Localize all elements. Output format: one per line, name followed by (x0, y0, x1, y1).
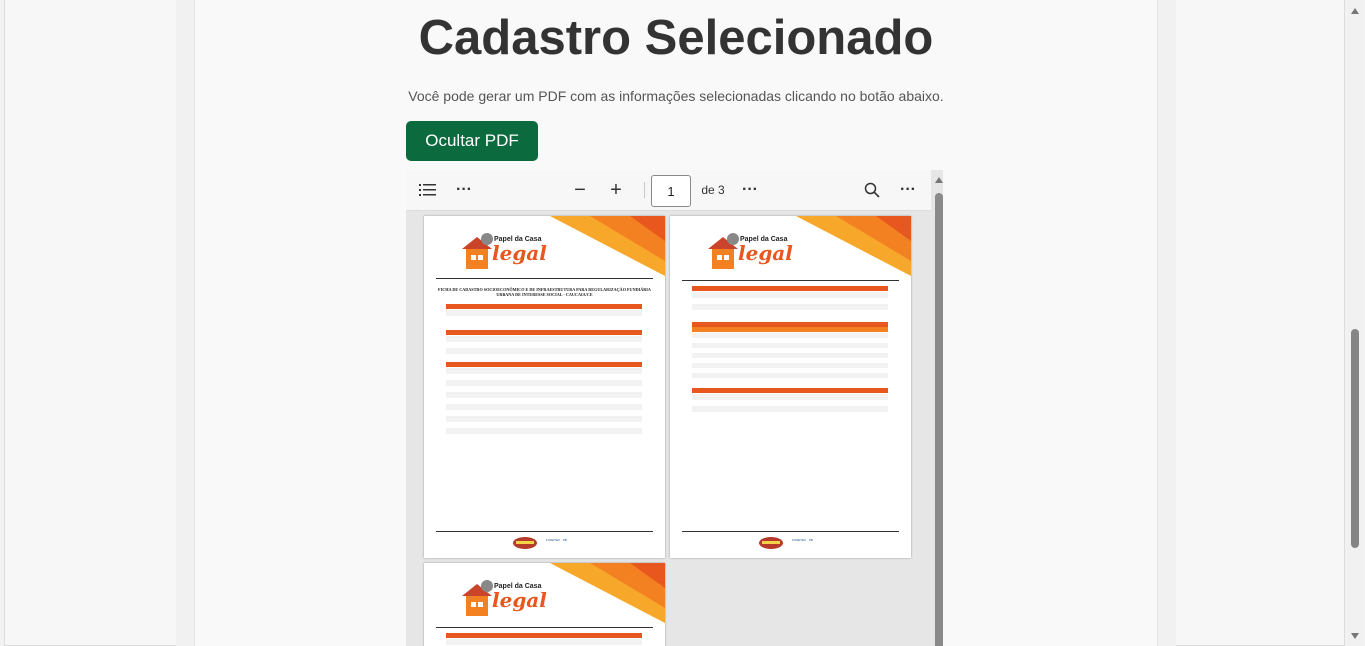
pdf-page-1: Papel da Casa legal FICHA DE CADASTRO SO… (424, 216, 665, 558)
form-row (446, 639, 642, 645)
pdf-scrollbar[interactable] (931, 175, 943, 646)
hide-pdf-button[interactable]: Ocultar PDF (406, 121, 538, 161)
pdf-viewer[interactable]: ··· − + 1 de 3 ··· ··· Papel da Casa leg… (406, 170, 943, 646)
orange-corner-decoration (550, 216, 665, 276)
form-row (692, 310, 888, 316)
logo-script: legal (492, 588, 547, 612)
section-header (446, 330, 642, 335)
page-title: Cadastro Selecionado (418, 11, 934, 65)
footer-brand: FUNETEC · PB (546, 538, 567, 542)
page-scrollbar[interactable] (1347, 0, 1364, 646)
footer-brand: FUNETEC · PB (792, 538, 813, 542)
seal-logo (513, 537, 537, 549)
left-gutter (176, 0, 195, 646)
search-icon[interactable] (858, 170, 886, 210)
section-header (446, 633, 642, 638)
footer-rule (682, 531, 899, 532)
orange-corner-decoration (796, 216, 911, 276)
toolbar-separator (644, 182, 645, 198)
form-row (692, 412, 888, 418)
header-rule (436, 278, 653, 279)
table-header (692, 327, 888, 332)
scroll-up-icon[interactable] (935, 177, 943, 183)
section-header (692, 286, 888, 291)
page-number-input[interactable]: 1 (651, 175, 691, 207)
footer-rule (436, 531, 653, 532)
pdf-scroll-thumb[interactable] (935, 193, 943, 646)
page-subtitle: Você pode gerar um PDF com as informaçõe… (408, 88, 944, 104)
document-title: FICHA DE CADASTRO SOCIOECONÔMICO E DE IN… (438, 287, 651, 297)
header-rule (436, 627, 653, 628)
more-icon[interactable]: ··· (450, 170, 478, 210)
scroll-down-icon[interactable] (1351, 633, 1359, 639)
more-icon[interactable]: ··· (894, 170, 922, 210)
pdf-toolbar: ··· − + 1 de 3 ··· ··· (406, 170, 931, 211)
pdf-page-2: Papel da Casa legal FUNETEC · PB (670, 216, 911, 558)
section-header (446, 304, 642, 309)
section-header (692, 388, 888, 393)
main-content: Cadastro Selecionado Você pode gerar um … (195, 0, 1157, 646)
form-row (446, 428, 642, 434)
form-row (446, 316, 642, 322)
more-icon[interactable]: ··· (736, 170, 764, 210)
logo-script: legal (492, 241, 547, 265)
page-total: de 3 (701, 183, 725, 197)
scroll-up-icon[interactable] (1351, 8, 1359, 14)
seal-logo (759, 537, 783, 549)
right-gutter (1157, 0, 1176, 646)
orange-corner-decoration (550, 563, 665, 623)
page-scroll-thumb[interactable] (1351, 329, 1359, 548)
table-row (692, 378, 888, 383)
logo-script: legal (738, 241, 793, 265)
list-icon[interactable] (414, 170, 442, 210)
pdf-page-3: Papel da Casa legal (424, 563, 665, 646)
section-header (446, 362, 642, 367)
form-row (446, 348, 642, 354)
zoom-out-icon[interactable]: − (568, 170, 592, 210)
zoom-in-icon[interactable]: + (604, 170, 628, 210)
header-rule (682, 280, 899, 281)
